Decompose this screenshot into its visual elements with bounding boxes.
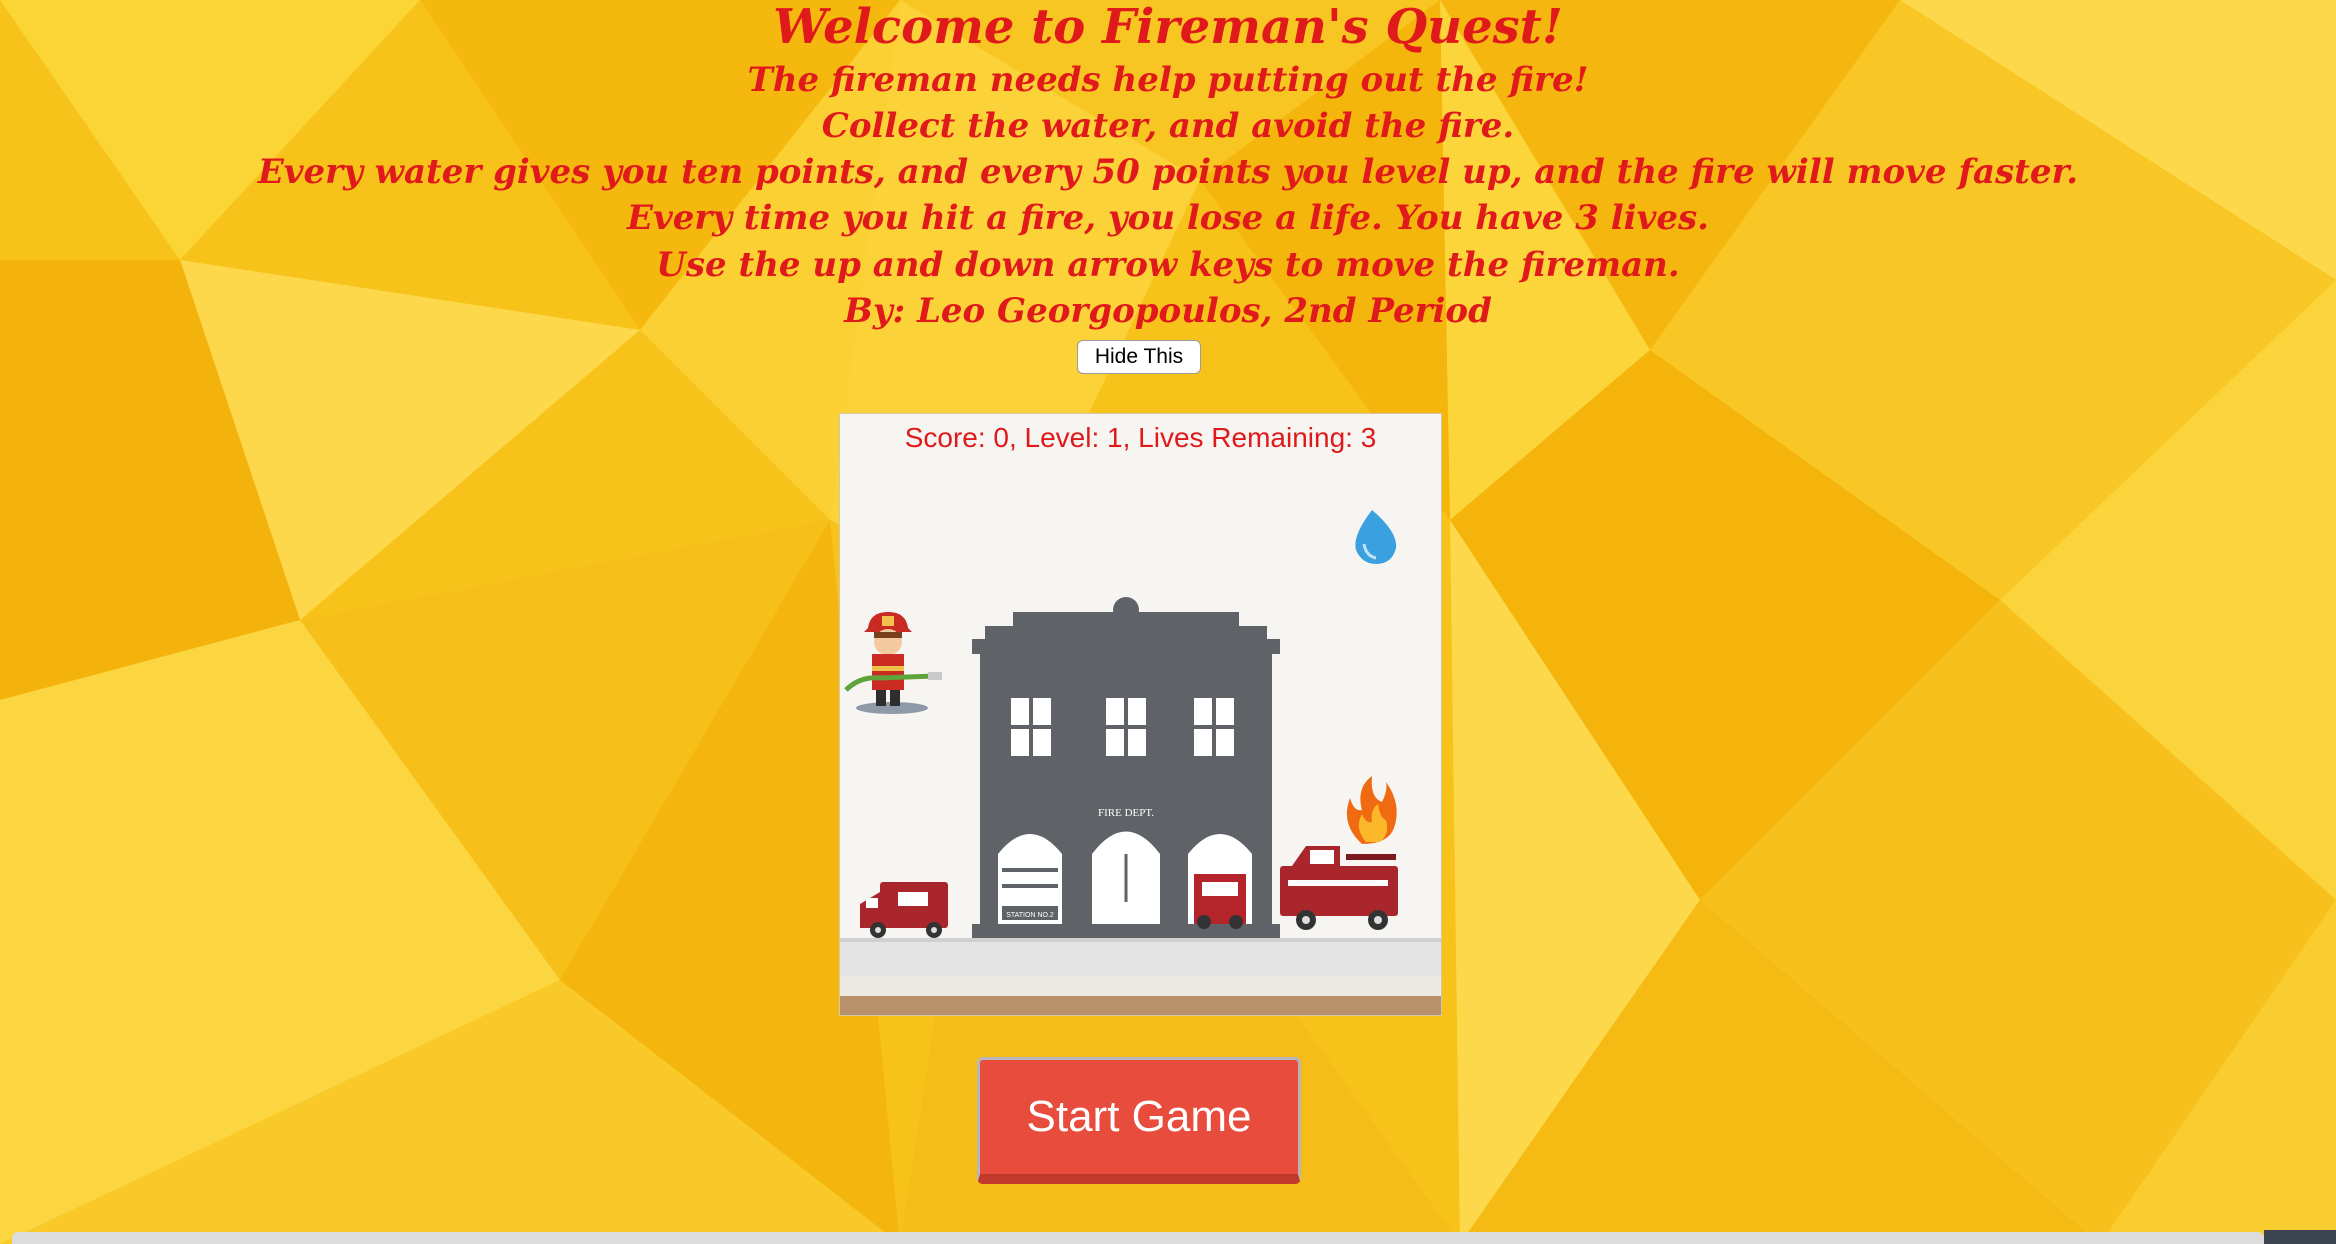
fire-sprite [1346, 776, 1397, 844]
score-display: Score: 0, Level: 1, Lives Remaining: 3 [904, 422, 1377, 453]
window-edge [2264, 1230, 2336, 1244]
station-sign: FIRE DEPT. [1098, 807, 1154, 819]
fireman-sprite [844, 612, 942, 714]
hide-instructions-button[interactable]: Hide This [1077, 340, 1201, 374]
fire-truck [1280, 846, 1398, 930]
start-game-button[interactable]: Start Game [977, 1057, 1301, 1184]
instruction-line: Every time you hit a fire, you lose a li… [627, 198, 1709, 238]
instruction-line: Every water gives you ten points, and ev… [257, 152, 2079, 192]
water-drop-sprite [1355, 510, 1397, 564]
station-plate: STATION NO.2 [1006, 912, 1054, 919]
horizontal-scrollbar[interactable] [12, 1232, 2264, 1244]
instruction-line: The fireman needs help putting out the f… [747, 60, 1589, 100]
page-title: Welcome to Fireman's Quest! [773, 0, 1563, 55]
game-scene: STATION NO.2 FIRE DEPT. [840, 510, 1441, 1015]
fire-station: STATION NO.2 FIRE DEPT. [972, 597, 1280, 938]
baseboard [840, 940, 1441, 976]
ambulance [860, 882, 948, 938]
author-credit: By: Leo Georgopoulos, 2nd Period [844, 291, 1492, 331]
instruction-line: Use the up and down arrow keys to move t… [656, 245, 1680, 285]
instruction-line: Collect the water, and avoid the fire. [821, 106, 1515, 146]
wood-floor [840, 996, 1441, 1015]
game-canvas[interactable]: Score: 0, Level: 1, Lives Remaining: 3 S… [839, 413, 1442, 1016]
